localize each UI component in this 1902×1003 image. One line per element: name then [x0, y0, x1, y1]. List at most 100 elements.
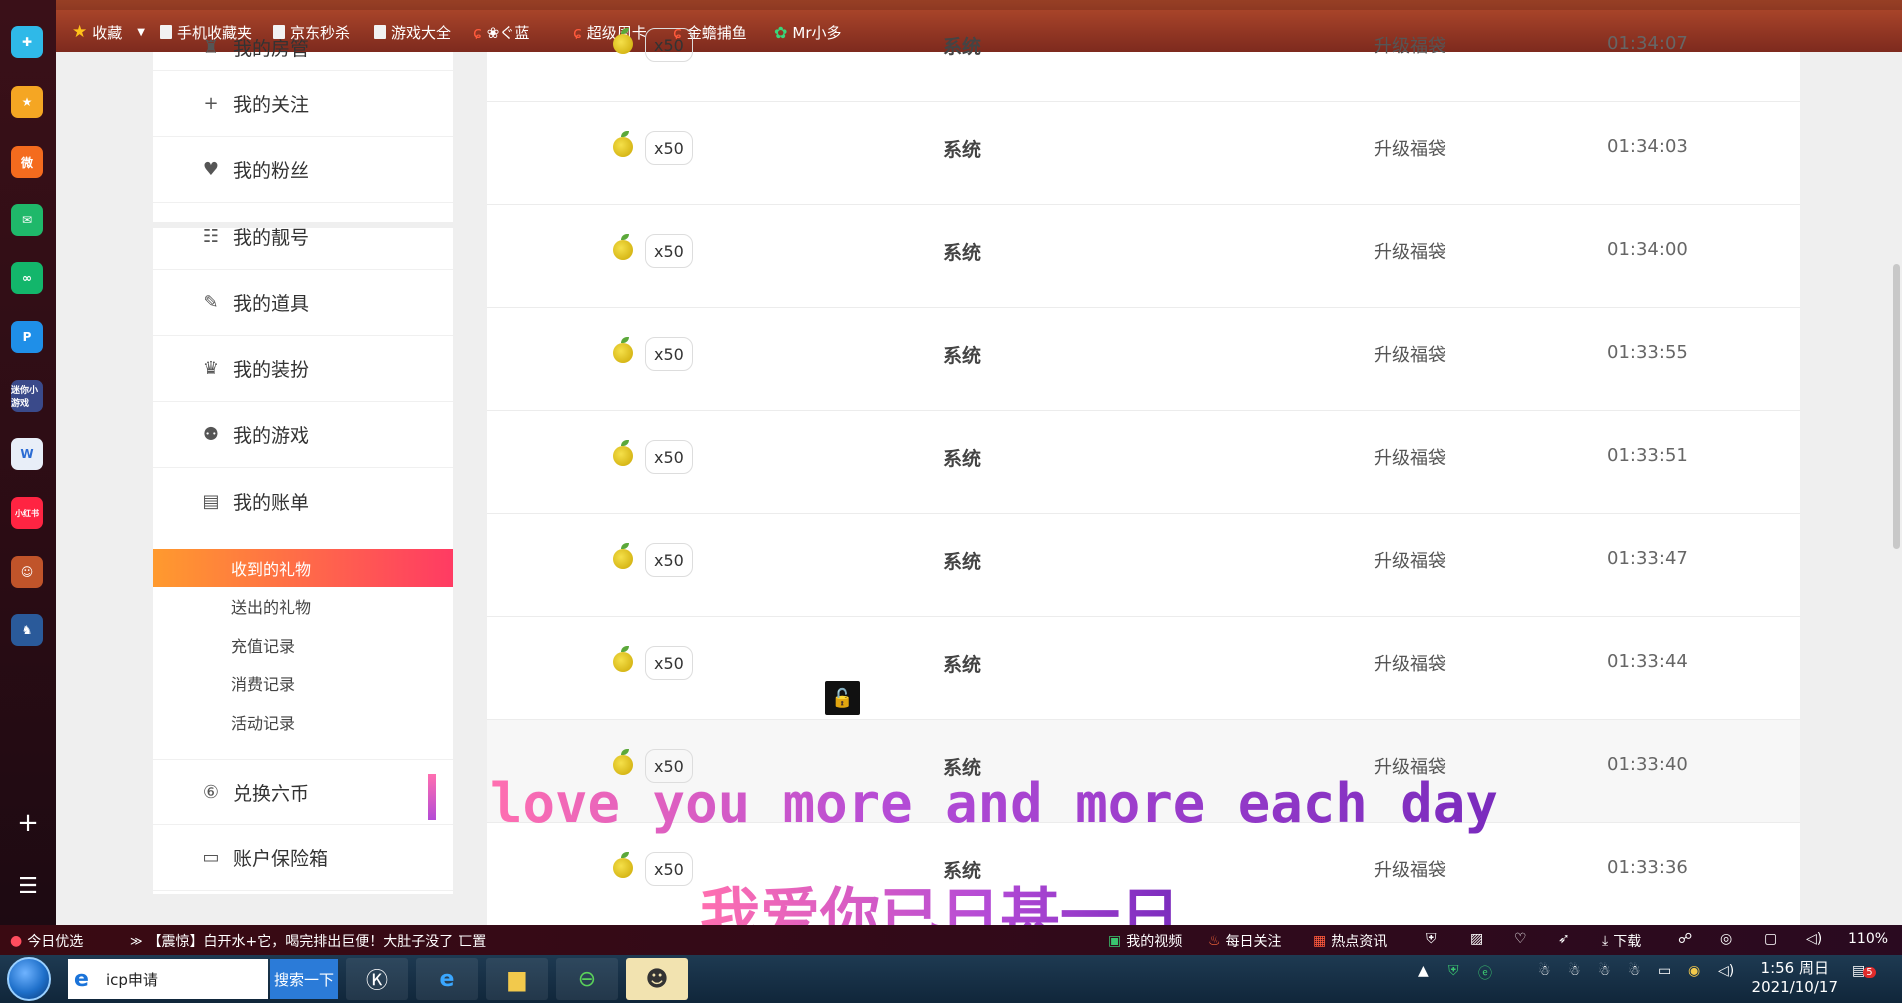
sidebar-item-numbers[interactable]: ☷ 我的靓号: [153, 204, 453, 270]
plus-icon: +: [203, 93, 219, 114]
fruit-gift-icon: [613, 28, 633, 54]
tray-show-hidden-icon[interactable]: ▲: [1418, 963, 1429, 979]
notification-center-icon[interactable]: ▤5: [1852, 963, 1876, 979]
browser-app-icon[interactable]: ⊖: [556, 958, 618, 1000]
gift-quantity: x50: [645, 543, 693, 577]
mini-game-icon[interactable]: 迷你小游戏: [11, 380, 43, 412]
star-app-icon[interactable]: ★: [11, 86, 43, 118]
table-row: x50 系统 升级福袋 01:34:00: [487, 205, 1800, 308]
list-menu-icon[interactable]: ☰: [0, 874, 56, 899]
sidebar-item-safe[interactable]: ▭ 账户保险箱: [153, 825, 453, 891]
gift-sender: 系统: [943, 36, 982, 58]
security-tray-icon[interactable]: ⛨: [1448, 963, 1459, 979]
gift-quantity: x50: [645, 646, 693, 680]
image-icon[interactable]: ▨: [1470, 931, 1483, 947]
manager-icon: ♜: [202, 37, 220, 58]
puzzle-app-icon[interactable]: ✚: [11, 26, 43, 58]
active-app-icon[interactable]: ☻: [626, 958, 688, 1000]
link-app-icon[interactable]: ∞: [11, 262, 43, 294]
gift-name: 升级福袋: [1374, 345, 1446, 366]
gift-sender: 系统: [943, 345, 982, 367]
gift-time: 01:33:47: [1607, 548, 1688, 569]
incognito-icon[interactable]: ☍: [1678, 931, 1692, 947]
gift-quantity: x50: [645, 852, 693, 886]
health-icon[interactable]: ♡: [1514, 931, 1527, 947]
gift-name: 升级福袋: [1374, 139, 1446, 160]
favorites-button[interactable]: ★ 收藏 ▼: [72, 22, 145, 42]
table-row: x50 系统 升级福袋 01:33:51: [487, 411, 1800, 514]
internet-explorer-icon[interactable]: e: [416, 958, 478, 1000]
mail-icon[interactable]: ✉: [11, 204, 43, 236]
gift-sender: 系统: [943, 551, 982, 573]
sidebar-item-outfits[interactable]: ♛ 我的装扮: [153, 336, 453, 402]
download-button[interactable]: ⤓ 下载: [1602, 931, 1641, 951]
add-icon[interactable]: +: [0, 808, 56, 838]
sidebar-item-following[interactable]: + 我的关注: [153, 71, 453, 137]
gift-name: 升级福袋: [1374, 551, 1446, 572]
video-icon: ▣: [1108, 933, 1122, 949]
file-explorer-icon[interactable]: ▆: [486, 958, 548, 1000]
daily-follow-button[interactable]: ♨ 每日关注: [1208, 931, 1282, 951]
gift-time: 01:33:55: [1607, 342, 1688, 363]
table-row: x50 系统 升级福袋 01:33:47: [487, 514, 1800, 617]
speaker-tray-icon[interactable]: ◁): [1718, 963, 1734, 979]
app-dock: ✚ ★ 微 ✉ ∞ P 迷你小游戏 W 小红书 ☺ ♞ + ☰: [0, 0, 56, 955]
my-video-button[interactable]: ▣ 我的视频: [1108, 931, 1182, 951]
taskbar-search-input[interactable]: e icp申请: [68, 959, 268, 999]
sidebar-item-bills[interactable]: ▤ 我的账单: [153, 468, 453, 534]
table-row: x50 系统 升级福袋 01:33:55: [487, 308, 1800, 411]
game-avatar-icon[interactable]: ☺: [11, 556, 43, 588]
weibo-icon[interactable]: 微: [11, 146, 43, 178]
gift-name: 升级福袋: [1374, 860, 1446, 881]
windows-taskbar: e icp申请 搜索一下 Ⓚ e ▆ ⊖ ☻ ▲ ⛨ ⓔ ☃ ☃ ☃ ☃ ▭ ◉…: [0, 955, 1902, 1003]
qq-tray-icon[interactable]: ☃: [1538, 963, 1551, 979]
sidebar-item-exchange[interactable]: ⑥ 兑换六币: [153, 759, 453, 825]
input-method-tray-icon[interactable]: ◉: [1688, 963, 1700, 979]
sidebar-item-games[interactable]: ⚉ 我的游戏: [153, 402, 453, 468]
news-headline-link[interactable]: ≫ 【震惊】白开水+它，喝完排出巨便！大肚子没了 匸置: [130, 931, 486, 951]
gift-time: 01:34:00: [1607, 239, 1688, 260]
gift-quantity: x50: [645, 440, 693, 474]
shield-icon[interactable]: ⛨: [1426, 931, 1437, 947]
window-icon[interactable]: ▢: [1764, 931, 1777, 947]
hot-news-button[interactable]: ▦ 热点资讯: [1313, 931, 1387, 951]
xiaohongshu-icon[interactable]: 小红书: [11, 497, 43, 529]
gift-quantity: x50: [645, 131, 693, 165]
fruit-gift-icon: [613, 234, 633, 260]
sidebar-sub-consume[interactable]: 消费记录: [153, 664, 453, 702]
browser-tray-icon[interactable]: ⓔ: [1478, 963, 1492, 983]
fruit-gift-icon: [613, 440, 633, 466]
gift-sender: 系统: [943, 139, 982, 161]
rocket-icon[interactable]: ➶: [1558, 931, 1570, 947]
page-scrollbar[interactable]: [1893, 264, 1900, 549]
coin-six-icon: ⑥: [202, 781, 220, 803]
unlock-icon[interactable]: 🔓: [825, 681, 860, 715]
sidebar-item-props[interactable]: ✎ 我的道具: [153, 270, 453, 336]
taskbar-search-button[interactable]: 搜索一下: [270, 959, 338, 999]
zoom-level[interactable]: 110%: [1848, 931, 1888, 947]
document-app-icon[interactable]: W: [11, 438, 43, 470]
clipboard-icon: ▤: [202, 490, 220, 512]
sidebar-sub-activity[interactable]: 活动记录: [153, 703, 453, 741]
today-picks-button[interactable]: ● 今日优选: [10, 931, 83, 951]
k-app-icon[interactable]: Ⓚ: [346, 958, 408, 1000]
ip-app-icon[interactable]: P: [11, 321, 43, 353]
download-icon: ⤓: [1602, 933, 1609, 949]
sidebar-sub-received-gifts[interactable]: 收到的礼物: [153, 549, 453, 587]
qq-tray-icon[interactable]: ☃: [1628, 963, 1641, 979]
sidebar-item-fans[interactable]: ♥ 我的粉丝: [153, 137, 453, 203]
game-character-icon[interactable]: ♞: [11, 614, 43, 646]
table-row: x50 系统 升级福袋 01:34:03: [487, 102, 1800, 205]
system-clock[interactable]: 1:56 周日 2021/10/17: [1752, 959, 1838, 997]
network-tray-icon[interactable]: ▭: [1658, 963, 1671, 979]
sidebar-sub-recharge[interactable]: 充值记录: [153, 626, 453, 664]
browser-mode-icon[interactable]: ◎: [1720, 931, 1732, 947]
volume-icon[interactable]: ◁): [1806, 931, 1822, 947]
gift-name: 升级福袋: [1374, 242, 1446, 263]
sidebar-item-managers[interactable]: ♜ 我的房管: [153, 25, 453, 71]
qq-tray-icon[interactable]: ☃: [1598, 963, 1611, 979]
fruit-gift-icon: [613, 131, 633, 157]
qq-tray-icon[interactable]: ☃: [1568, 963, 1581, 979]
windows-start-button[interactable]: [7, 957, 51, 1001]
sidebar-sub-sent-gifts[interactable]: 送出的礼物: [153, 587, 453, 625]
